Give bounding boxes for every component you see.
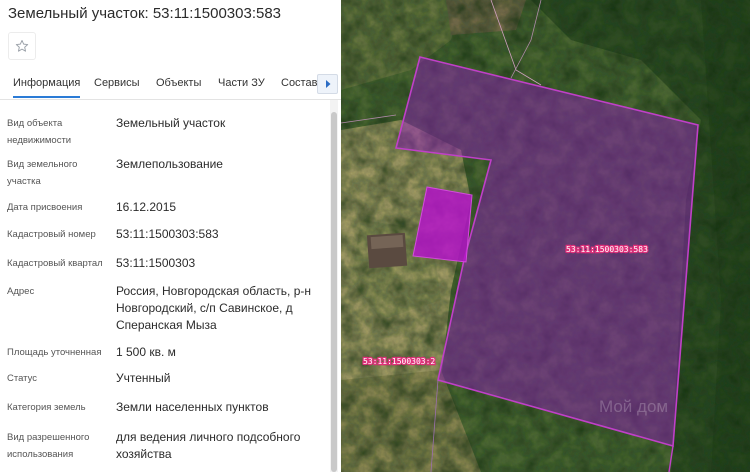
property-label: Адрес [7, 286, 35, 297]
property-label: Кадастровый номер [7, 229, 96, 240]
tab-composition[interactable]: Состав [281, 77, 317, 89]
caret-right-icon [325, 80, 330, 88]
property-label: Кадастровый квартал [7, 258, 103, 269]
info-panel: Земельный участок: 53:11:1500303:583 Инф… [0, 0, 341, 472]
neighbor-parcel-label: 53:11:1500303:2 [363, 357, 435, 366]
panel-scrollbar[interactable] [330, 100, 338, 472]
satellite-map: 53:11:1500303:583 53:11:1500303:2 Мой до… [341, 0, 750, 472]
property-value: Учтенный [116, 371, 171, 385]
property-value: 53:11:1500303 [116, 256, 196, 270]
property-value: 16.12.2015 [116, 200, 177, 214]
property-label: Вид разрешенного использования [7, 432, 90, 460]
tab-services[interactable]: Сервисы [94, 77, 140, 89]
property-value: Земельный участок [116, 116, 226, 130]
property-label: Категория земель [7, 402, 86, 413]
favorite-button[interactable] [8, 32, 36, 60]
property-value: 53:11:1500303:583 [116, 227, 219, 241]
property-label: Вид земельного участка [7, 159, 78, 187]
tab-information[interactable]: Информация [13, 77, 81, 98]
property-label: Статус [7, 373, 38, 384]
property-label: Вид объекта недвижимости [7, 118, 72, 146]
tab-parts[interactable]: Части ЗУ [218, 77, 265, 89]
property-label: Дата присвоения [7, 202, 83, 213]
property-value: Россия, Новгородская область, р-н Новгор… [116, 284, 312, 332]
map-view[interactable]: 53:11:1500303:583 53:11:1500303:2 Мой до… [341, 0, 750, 472]
tab-objects[interactable]: Объекты [156, 77, 201, 89]
property-label: Площадь уточненная [7, 347, 102, 358]
property-value: 1 500 кв. м [116, 345, 176, 359]
parcel-label: 53:11:1500303:583 [566, 245, 648, 254]
property-value: для ведения личного подсобного хозяйства [116, 430, 301, 461]
tab-bar: Информация Сервисы Объекты Части ЗУ Сост… [0, 70, 341, 100]
watermark: Мой дом [599, 397, 668, 416]
star-icon [15, 39, 29, 52]
page-title: Земельный участок: 53:11:1500303:583 [8, 5, 282, 22]
property-value: Земли населенных пунктов [116, 400, 269, 414]
tabs-scroll-right-button[interactable] [317, 74, 338, 94]
property-value: Землепользование [116, 157, 223, 171]
scrollbar-thumb[interactable] [331, 112, 337, 472]
